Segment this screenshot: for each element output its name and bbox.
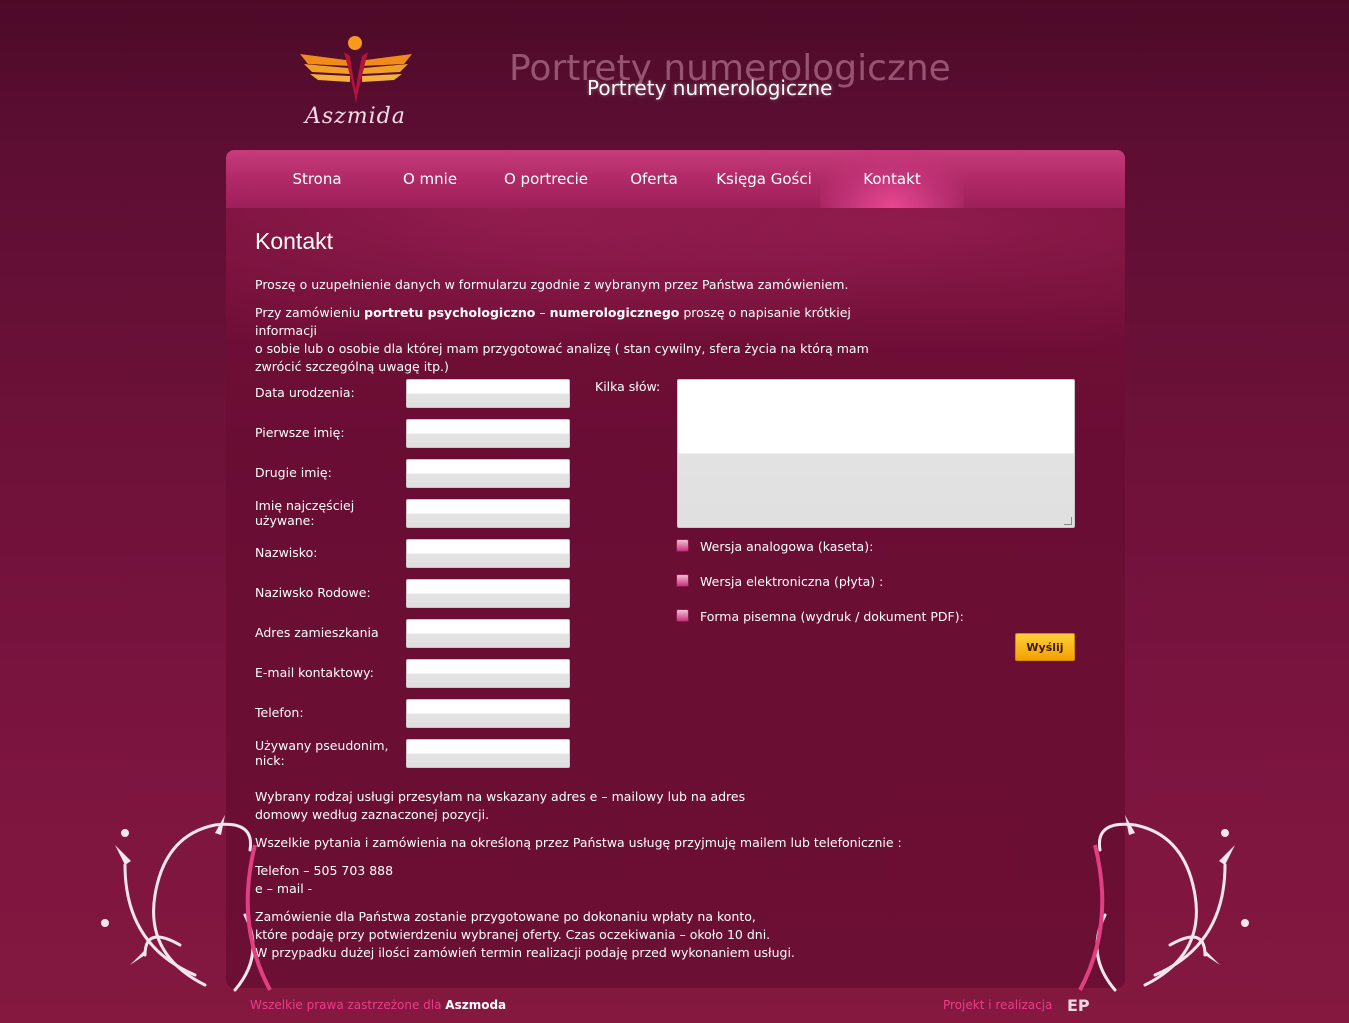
- label-birth-date: Data urodzenia:: [255, 385, 355, 400]
- checkbox-analog[interactable]: [676, 539, 689, 552]
- first-name-input[interactable]: [406, 419, 570, 448]
- footer-brand[interactable]: Aszmoda: [445, 998, 506, 1012]
- message-textarea[interactable]: [677, 379, 1075, 528]
- ep-logo-icon[interactable]: EP: [1067, 996, 1101, 1014]
- nickname-input[interactable]: [406, 739, 570, 768]
- footer-credits: Projekt i realizacja: [943, 998, 1053, 1012]
- footer-copyright: Wszelkie prawa zastrzeżone dla Aszmoda: [250, 998, 507, 1012]
- site-title: Portrety numerologiczne: [587, 76, 833, 100]
- second-name-input[interactable]: [406, 459, 570, 488]
- nav-item-oferta[interactable]: Oferta: [620, 150, 688, 208]
- page-title: Kontakt: [255, 228, 333, 254]
- label-family-name: Naziwsko Rodowe:: [255, 585, 371, 600]
- phone-input[interactable]: [406, 699, 570, 728]
- main-navigation: Strona O mnie O portrecie Oferta Księga …: [226, 150, 1125, 208]
- label-phone: Telefon:: [255, 705, 304, 720]
- resize-handle-icon[interactable]: [1064, 517, 1072, 525]
- nav-item-ksiega-gosci[interactable]: Księga Gości: [712, 150, 816, 208]
- nav-item-o-portrecie[interactable]: O portrecie: [496, 150, 596, 208]
- nav-item-kontakt[interactable]: Kontakt: [820, 150, 964, 208]
- email-input[interactable]: [406, 659, 570, 688]
- order-info-text: Przy zamówieniu portretu psychologiczno …: [255, 305, 869, 374]
- checkbox-written[interactable]: [676, 609, 689, 622]
- service-info: Wybrany rodzaj usługi przesyłam na wskaz…: [255, 789, 746, 822]
- label-first-name: Pierwsze imię:: [255, 425, 345, 440]
- svg-text:EP: EP: [1067, 996, 1090, 1014]
- label-address: Adres zamieszkania: [255, 625, 379, 640]
- label-surname: Nazwisko:: [255, 545, 318, 560]
- label-second-name: Drugie imię:: [255, 465, 332, 480]
- surname-input[interactable]: [406, 539, 570, 568]
- intro-text: Proszę o uzupełnienie danych w formularz…: [255, 277, 849, 292]
- flourish-right-icon: [1078, 815, 1249, 992]
- questions-info: Wszelkie pytania i zamówienia na określo…: [255, 835, 902, 850]
- label-email: E-mail kontaktowy:: [255, 665, 374, 680]
- common-name-input[interactable]: [406, 499, 570, 528]
- birth-date-input[interactable]: [406, 379, 570, 408]
- label-nickname: Używany pseudonim, nick:: [255, 738, 389, 768]
- nav-item-strona[interactable]: Strona: [276, 150, 358, 208]
- label-common-name: Imię najczęściej używane:: [255, 498, 355, 528]
- order-terms: Zamówienie dla Państwa zostanie przygoto…: [255, 909, 795, 960]
- nav-item-o-mnie[interactable]: O mnie: [390, 150, 470, 208]
- address-input[interactable]: [406, 619, 570, 648]
- checkbox-electronic[interactable]: [676, 574, 689, 587]
- checkbox-electronic-label: Wersja elektroniczna (płyta) :: [700, 574, 884, 589]
- checkbox-written-label: Forma pisemna (wydruk / dokument PDF):: [700, 609, 964, 624]
- logo-text: Aszmida: [305, 104, 406, 129]
- checkbox-analog-label: Wersja analogowa (kaseta):: [700, 539, 874, 554]
- send-button[interactable]: Wyślij: [1015, 633, 1075, 661]
- label-message: Kilka słów:: [595, 379, 661, 394]
- flourish-left-icon: [101, 815, 272, 992]
- family-name-input[interactable]: [406, 579, 570, 608]
